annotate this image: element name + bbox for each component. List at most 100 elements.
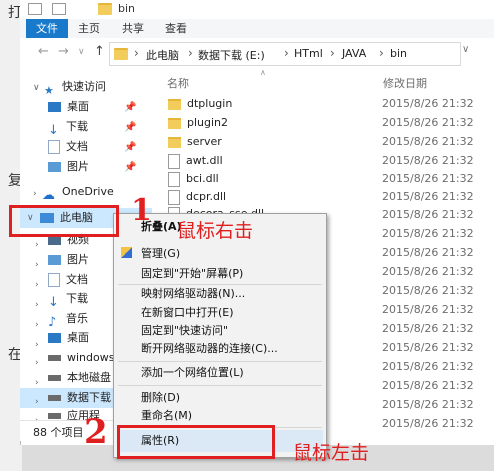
menu-item-add-network-location[interactable]: 添加一个网络位置(L) <box>141 364 244 382</box>
annotation-left-click-text: 鼠标左击 <box>293 442 370 464</box>
nav-documents-pc[interactable]: 文档 <box>48 270 88 290</box>
expand-chevron-icon[interactable]: › <box>35 260 39 270</box>
pin-icon[interactable]: 📌 <box>124 102 136 113</box>
tab-share[interactable]: 共享 <box>122 19 144 38</box>
file-row[interactable]: dcpr.dll <box>168 188 226 206</box>
nav-documents[interactable]: 文档 <box>48 137 88 157</box>
menu-item-delete[interactable]: 删除(D) <box>141 389 180 407</box>
shield-icon <box>121 247 132 258</box>
breadcrumb-bin[interactable]: bin <box>390 47 407 60</box>
quick-access-toolbar-icon[interactable] <box>28 3 42 15</box>
file-row[interactable]: plugin2 <box>168 114 228 132</box>
music-icon: ♪ <box>48 315 57 330</box>
nav-desktop-pc[interactable]: 桌面 <box>48 328 89 348</box>
column-header-date[interactable]: 修改日期 <box>383 75 427 91</box>
download-icon: ↓ <box>48 295 59 310</box>
file-row[interactable]: awt.dll <box>168 152 223 170</box>
breadcrumb-separator-icon: › <box>284 46 289 60</box>
file-date: 2015/8/26 21:32 <box>382 398 474 411</box>
nav-pictures[interactable]: 图片 <box>48 157 89 177</box>
nav-downloads-pc[interactable]: ↓ 下载 <box>48 289 88 310</box>
expand-chevron-icon[interactable]: › <box>35 240 39 250</box>
properties-toolbar-icon[interactable] <box>52 3 66 15</box>
picture-icon <box>48 162 61 172</box>
nav-music[interactable]: ♪ 音乐 <box>48 309 88 330</box>
menu-item-map-drive[interactable]: 映射网络驱动器(N)... <box>141 285 245 303</box>
column-header-name[interactable]: 名称 <box>167 75 189 91</box>
file-row[interactable]: server <box>168 133 222 151</box>
file-date: 2015/8/26 21:32 <box>382 190 474 203</box>
annotation-step-number: 2 <box>84 412 108 452</box>
nav-pictures-pc[interactable]: 图片 <box>48 250 89 270</box>
annotation-right-click-text: 鼠标右击 <box>177 220 254 242</box>
menu-item-pin-quick-access[interactable]: 固定到"快速访问" <box>141 322 228 340</box>
desktop-icon <box>48 333 61 343</box>
tab-home[interactable]: 主页 <box>78 19 100 38</box>
document-icon <box>48 140 60 154</box>
file-date: 2015/8/26 21:32 <box>382 417 474 430</box>
expand-chevron-icon[interactable]: ∨ <box>33 83 40 93</box>
nav-onedrive[interactable]: ☁ OneDrive <box>42 182 114 203</box>
expand-chevron-icon[interactable]: › <box>35 280 39 290</box>
menu-item-disconnect-drive[interactable]: 断开网络驱动器的连接(C)... <box>141 340 278 358</box>
breadcrumb-html[interactable]: HTml <box>294 47 323 60</box>
breadcrumb-drive-e[interactable]: 数据下载 (E:) <box>198 47 265 63</box>
nav-desktop[interactable]: 桌面 <box>48 97 89 117</box>
expand-chevron-icon[interactable]: › <box>35 300 39 310</box>
annotation-box-properties <box>117 425 275 459</box>
file-date: 2015/8/26 21:32 <box>382 154 474 167</box>
back-arrow-icon[interactable]: ← <box>38 44 49 59</box>
menu-separator <box>118 361 322 362</box>
pin-icon[interactable]: 📌 <box>124 162 136 173</box>
annotation-box-this-pc <box>9 205 119 237</box>
nav-drive-d[interactable]: 本地磁盘 <box>48 368 111 388</box>
nav-downloads[interactable]: ↓ 下载 <box>48 117 88 138</box>
expand-chevron-icon[interactable]: › <box>35 358 39 368</box>
pin-icon[interactable]: 📌 <box>124 122 136 133</box>
breadcrumb-java[interactable]: JAVA <box>342 47 366 60</box>
drive-icon <box>48 413 61 419</box>
folder-icon <box>168 117 181 129</box>
expand-chevron-icon[interactable]: › <box>33 189 37 199</box>
file-date: 2015/8/26 21:32 <box>382 341 474 354</box>
file-date: 2015/8/26 21:32 <box>382 379 474 392</box>
breadcrumb-this-pc[interactable]: 此电脑 <box>146 47 179 63</box>
window-title: bin <box>118 2 136 15</box>
file-row[interactable]: bci.dll <box>168 170 219 188</box>
forward-arrow-icon[interactable]: → <box>58 44 69 59</box>
nav-quick-access[interactable]: ★ 快速访问 <box>44 77 106 97</box>
expand-chevron-icon[interactable]: › <box>35 378 39 388</box>
pin-icon[interactable]: 📌 <box>124 142 136 153</box>
menu-item-pin-start[interactable]: 固定到"开始"屏幕(P) <box>141 265 243 283</box>
desktop-icon <box>48 102 61 112</box>
file-date: 2015/8/26 21:32 <box>382 284 474 297</box>
address-dropdown-icon[interactable]: ∨ <box>462 44 469 55</box>
document-icon <box>48 273 60 287</box>
file-row[interactable]: dtplugin <box>168 95 232 113</box>
menu-separator <box>118 385 322 386</box>
file-date: 2015/8/26 21:32 <box>382 227 474 240</box>
menu-item-open-new-window[interactable]: 在新窗口中打开(E) <box>141 304 234 322</box>
breadcrumb-separator-icon: › <box>188 46 193 60</box>
expand-chevron-icon[interactable]: › <box>35 340 39 350</box>
recent-chevron-icon[interactable]: ∨ <box>78 47 85 57</box>
up-arrow-icon[interactable]: ↑ <box>94 44 105 59</box>
item-count: 88 个项目 <box>33 426 84 439</box>
dll-file-icon <box>168 153 180 169</box>
folder-icon <box>98 3 112 15</box>
dll-file-icon <box>168 171 180 187</box>
drive-icon <box>48 375 61 381</box>
nav-drive-e[interactable]: 数据下载 <box>48 388 111 408</box>
tab-file[interactable]: 文件 <box>26 19 68 38</box>
expand-chevron-icon[interactable]: › <box>35 320 39 330</box>
file-date: 2015/8/26 21:32 <box>382 360 474 373</box>
menu-item-manage[interactable]: 管理(G) <box>141 245 180 263</box>
menu-item-rename[interactable]: 重命名(M) <box>141 407 192 425</box>
tab-view[interactable]: 查看 <box>165 19 187 38</box>
expand-chevron-icon[interactable]: › <box>35 397 39 407</box>
sort-arrow-icon: ∧ <box>260 68 266 77</box>
folder-icon <box>168 136 181 148</box>
file-date: 2015/8/26 21:32 <box>382 265 474 278</box>
folder-icon <box>168 98 181 110</box>
file-date: 2015/8/26 21:32 <box>382 208 474 221</box>
